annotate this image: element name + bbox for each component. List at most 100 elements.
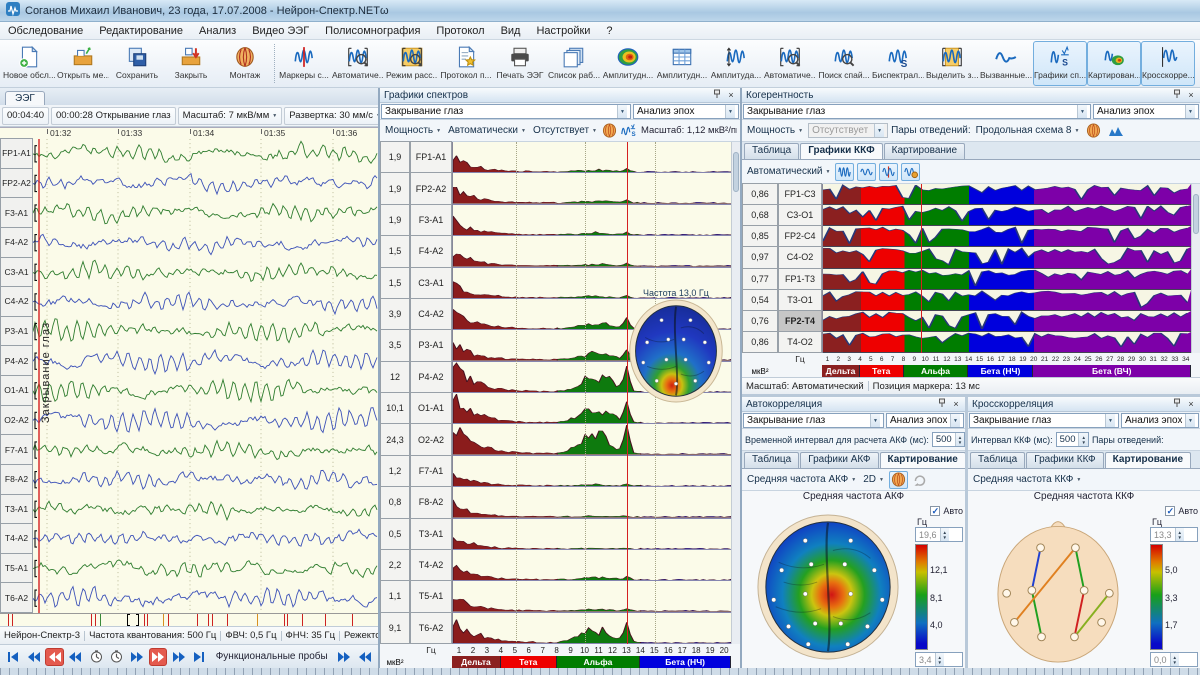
coherence-row-plot[interactable]	[823, 332, 1191, 353]
timer-forward-icon[interactable]	[107, 648, 126, 666]
coherence-row-plot[interactable]	[823, 205, 1191, 226]
coherence-scrollbar[interactable]	[1191, 184, 1200, 353]
kkf-metric-select[interactable]: Средняя частота ККФ▼	[971, 474, 1083, 485]
spectra-channel-label[interactable]: O2-A2	[410, 423, 452, 455]
spectra-channel-label[interactable]: F4-A2	[410, 235, 452, 267]
eeg-scale-select[interactable]: Масштаб: 7 мкВ/мм ▼	[178, 107, 283, 125]
coherence-row-plot[interactable]	[823, 226, 1191, 247]
coherence-pair-label[interactable]: FP2-T4	[778, 310, 822, 332]
spectra-epoch-select[interactable]: Закрывание глаз▼	[381, 104, 631, 119]
spectra-plots[interactable]: Частота 13,0 Гц	[452, 142, 731, 644]
coherence-pair-label[interactable]: T3-O1	[778, 289, 822, 311]
toolbar-button[interactable]: Поиск спай...	[817, 41, 871, 86]
head-map-icon[interactable]	[1084, 122, 1103, 140]
head-map-icon[interactable]	[602, 122, 617, 140]
akf-epoch-select[interactable]: Закрывание глаз▼	[743, 413, 884, 428]
akf-scale-min-spinner[interactable]: 3,4▲▼	[915, 652, 963, 667]
close-icon[interactable]: ×	[1186, 90, 1196, 100]
toolbar-button[interactable]: Автоматиче...	[763, 41, 817, 86]
toolbar-button[interactable]: Автоматиче...	[331, 41, 385, 86]
eeg-channel-label[interactable]: FP2-A2	[0, 168, 33, 199]
close-icon[interactable]: ×	[1186, 399, 1196, 409]
rewind-icon[interactable]	[66, 648, 85, 666]
toolbar-button[interactable]: Амплитудн...	[601, 41, 655, 86]
menu-item[interactable]: Анализ	[191, 24, 244, 38]
eeg-channel-label[interactable]: P4-A2	[0, 345, 33, 376]
crosscorrelation-tab[interactable]: Графики ККФ	[1026, 452, 1103, 468]
coherence-epoch-select[interactable]: Закрывание глаз▼	[743, 104, 1091, 119]
toolbar-button[interactable]: SБиспектрал...	[871, 41, 925, 86]
akf-metric-select[interactable]: Средняя частота АКФ▼	[745, 474, 858, 485]
menu-item[interactable]: Полисомнография	[317, 24, 428, 38]
eeg-channel-label[interactable]: P3-A1	[0, 316, 33, 347]
spinner-arrows-icon[interactable]: ▲▼	[955, 433, 964, 446]
spectra-channel-label[interactable]: T5-A1	[410, 580, 452, 612]
kkf-interval-spinner[interactable]: 500 ▲▼	[1056, 432, 1089, 447]
eeg-trace-area[interactable]: 01:3201:3301:3401:3501:36 Закрывание гла…	[33, 128, 378, 613]
coherence-row-plot[interactable]	[823, 290, 1191, 311]
spectra-row-plot[interactable]	[453, 519, 731, 550]
skip-last-icon[interactable]	[190, 648, 209, 666]
skip-first-icon[interactable]	[4, 648, 23, 666]
pin-icon[interactable]	[712, 89, 722, 101]
menu-item[interactable]: Настройки	[528, 24, 598, 38]
coherence-plots[interactable]	[822, 184, 1191, 353]
spectra-channel-label[interactable]: FP2-A2	[410, 172, 452, 204]
eeg-sweep-select[interactable]: Развертка: 30 мм/с ▼	[284, 107, 378, 125]
spectra-channel-label[interactable]: C3-A1	[410, 267, 452, 299]
menu-item[interactable]: Редактирование	[91, 24, 191, 38]
eeg-channel-label[interactable]: T6-A2	[0, 582, 33, 613]
spectra-row-plot[interactable]	[453, 581, 731, 612]
kkf-scale-max-spinner[interactable]: 13,3▲▼	[1150, 527, 1198, 542]
coherence-pair-label[interactable]: FP1-C3	[778, 183, 822, 205]
toolbar-button[interactable]: Печать ЭЭГ	[493, 41, 547, 86]
coherence-pair-label[interactable]: C3-O1	[778, 204, 822, 226]
eeg-channel-label[interactable]: F8-A2	[0, 464, 33, 495]
toolbar-button[interactable]: Список раб...	[547, 41, 601, 86]
next-probe-icon[interactable]	[335, 648, 354, 666]
coherence-power-select[interactable]: Мощность▼	[745, 125, 805, 136]
spectrum-scale-icon[interactable]: S	[620, 122, 636, 140]
coherence-view-button-1[interactable]	[835, 163, 854, 181]
spectra-channel-label[interactable]: C4-A2	[410, 298, 452, 330]
autocorrelation-tab[interactable]: Таблица	[744, 452, 799, 468]
spectra-row-plot[interactable]	[453, 205, 731, 236]
eeg-trace-view[interactable]: FP1-A1FP2-A2F3-A1F4-A2C3-A1C4-A2P3-A1P4-…	[0, 127, 378, 613]
toolbar-button[interactable]: SГрафики сп...	[1033, 41, 1087, 86]
coherence-marker-line[interactable]	[921, 184, 922, 353]
toolbar-button[interactable]: Амплитудн...	[655, 41, 709, 86]
eeg-channel-label[interactable]: T5-A1	[0, 553, 33, 584]
toolbar-button[interactable]: Протокол п...	[439, 41, 493, 86]
akf-scale-max-spinner[interactable]: 19,6▲▼	[915, 527, 963, 542]
eeg-channel-label[interactable]: F7-A1	[0, 434, 33, 465]
menu-item[interactable]: Протокол	[428, 24, 492, 38]
spectra-channel-label[interactable]: FP1-A1	[410, 141, 452, 173]
histogram-icon[interactable]	[1106, 122, 1125, 140]
coherence-tab[interactable]: Таблица	[744, 143, 799, 159]
toolbar-button[interactable]: Выделить з...	[925, 41, 979, 86]
timer-back-icon[interactable]	[87, 648, 106, 666]
menu-item[interactable]: ?	[598, 24, 620, 38]
spectra-artifact-select[interactable]: Отсутствует▼	[531, 125, 599, 136]
tab-eeg[interactable]: ЭЭГ	[5, 91, 45, 105]
coherence-row-plot[interactable]	[823, 184, 1191, 205]
page-rewind-icon[interactable]	[45, 648, 64, 666]
spectra-channel-label[interactable]: P4-A2	[410, 361, 452, 393]
toolbar-button[interactable]: Новое обсл...	[2, 41, 56, 86]
spectra-channel-label[interactable]: T4-A2	[410, 549, 452, 581]
eeg-channel-label[interactable]: O2-A2	[0, 405, 33, 436]
eeg-channel-label[interactable]: C4-A2	[0, 286, 33, 317]
spinner-arrows-icon[interactable]: ▲▼	[1078, 433, 1087, 446]
spectra-row-plot[interactable]	[453, 487, 731, 518]
spectra-channel-label[interactable]: F8-A2	[410, 486, 452, 518]
coherence-row-plot[interactable]	[823, 311, 1191, 332]
coherence-auto-select[interactable]: Автоматический▼	[745, 166, 832, 177]
toolbar-button[interactable]: Открыть ме...	[56, 41, 110, 86]
menu-item[interactable]: Видео ЭЭГ	[244, 24, 317, 38]
spectra-channel-label[interactable]: T6-A2	[410, 612, 452, 644]
toolbar-button[interactable]: Маркеры с...	[277, 41, 331, 86]
spectra-row-plot[interactable]	[453, 550, 731, 581]
coherence-row-plot[interactable]	[823, 247, 1191, 268]
page-forward-icon[interactable]	[149, 648, 168, 666]
spectra-power-select[interactable]: Мощность▼	[383, 125, 443, 136]
